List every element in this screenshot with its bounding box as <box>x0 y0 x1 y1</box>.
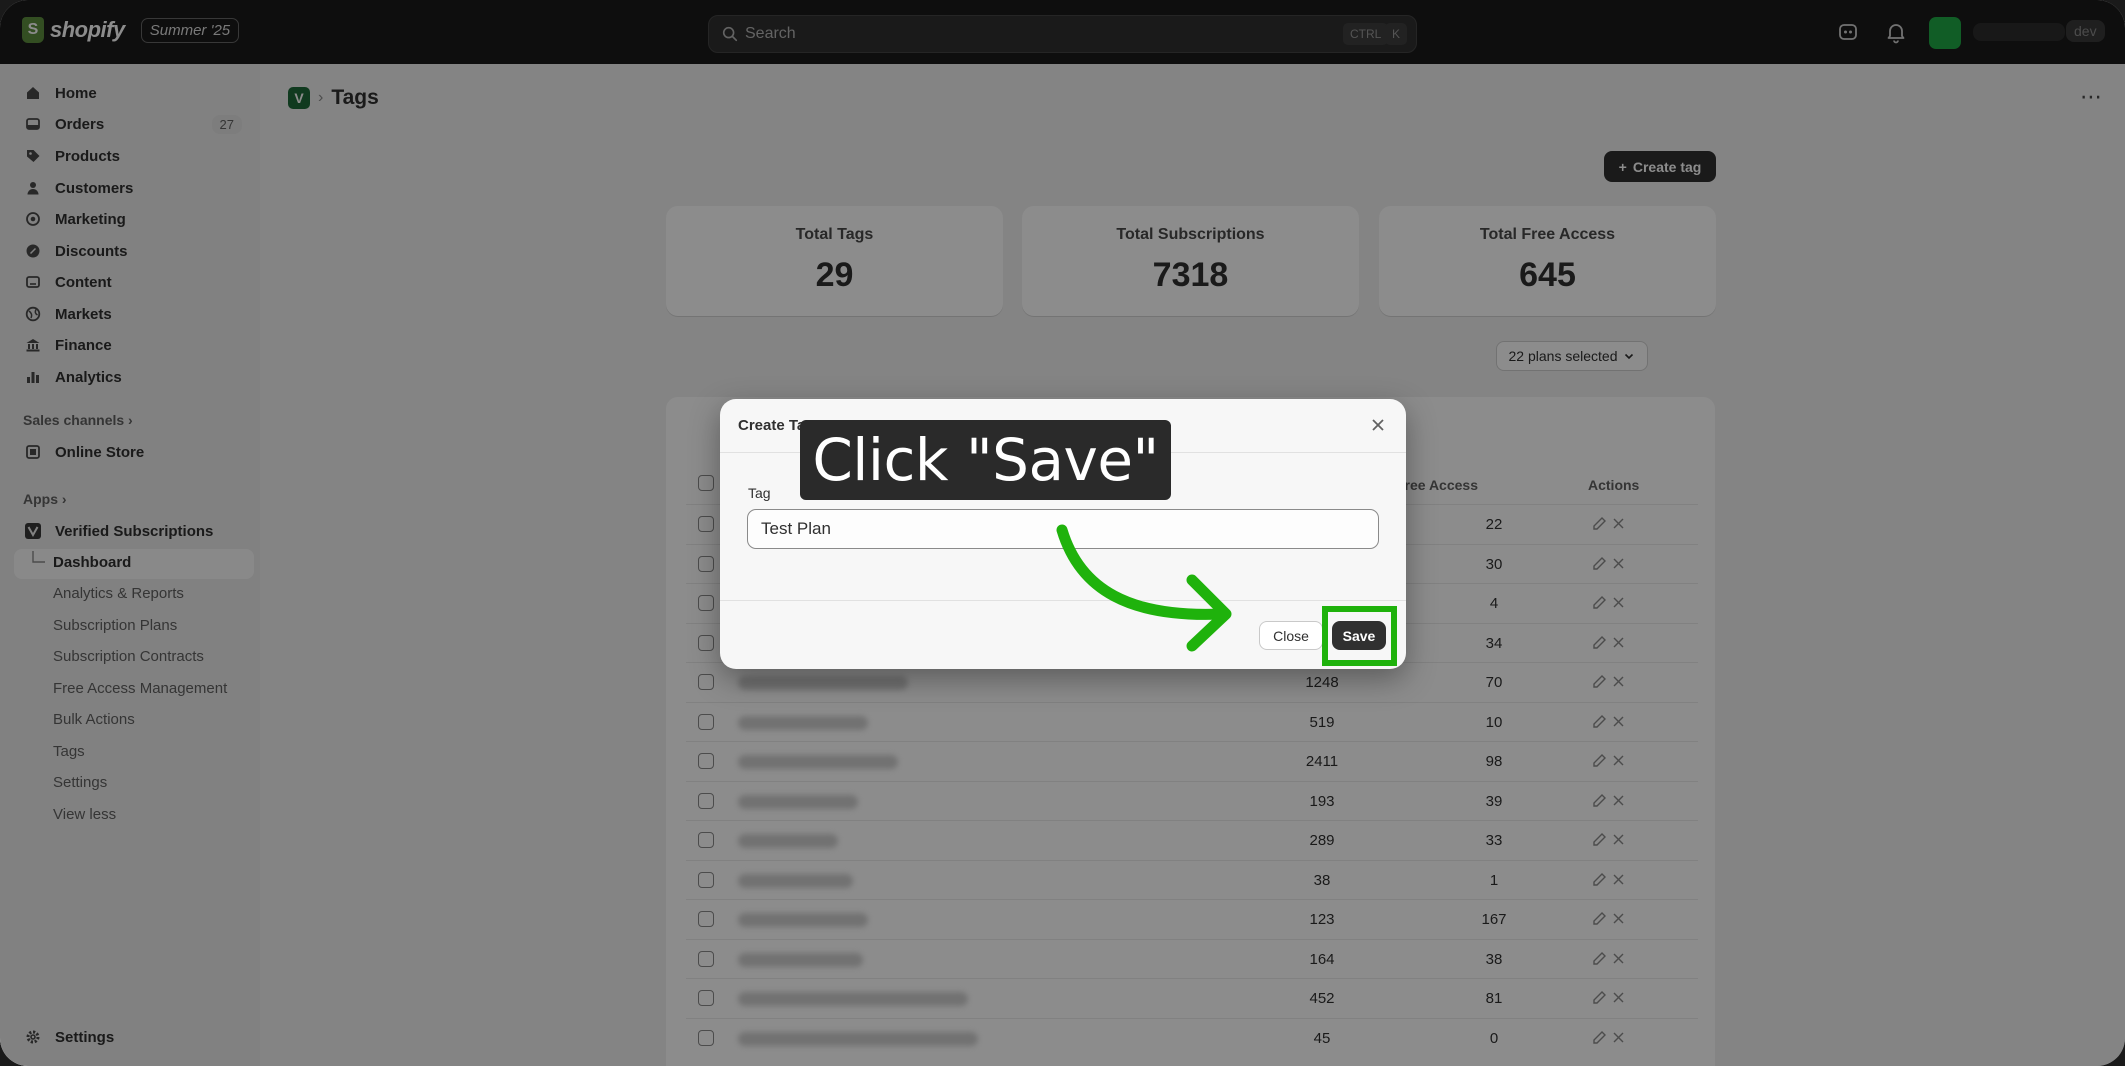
tag-input[interactable] <box>747 509 1379 549</box>
close-button[interactable]: Close <box>1259 621 1323 650</box>
instruction-callout: Click "Save" <box>800 420 1171 500</box>
close-icon[interactable] <box>1368 415 1388 435</box>
tag-field-label: Tag <box>748 485 771 501</box>
save-button-highlight <box>1322 606 1397 666</box>
app-window: S shopify Summer '25 Search CTRL K dev H… <box>0 0 2125 1066</box>
